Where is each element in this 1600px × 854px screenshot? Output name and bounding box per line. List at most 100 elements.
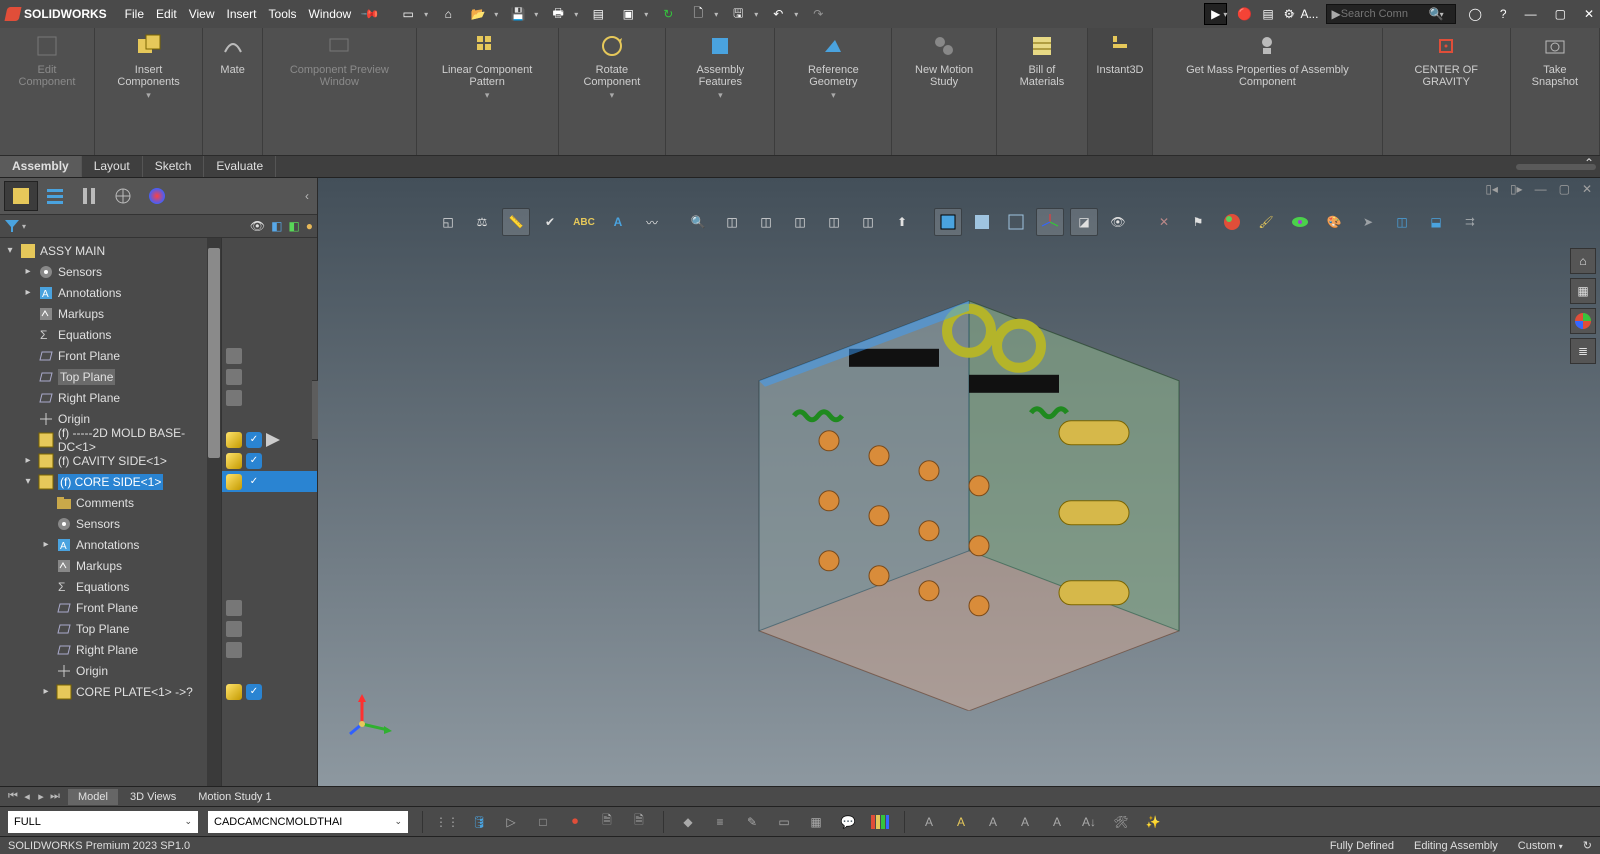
tab-3dviews[interactable]: 3D Views xyxy=(120,789,186,805)
tab-layout[interactable]: Layout xyxy=(82,156,143,177)
display-state-cell[interactable] xyxy=(222,555,317,576)
display-state-cell[interactable] xyxy=(222,282,317,303)
ribbon-component-preview[interactable]: Component Preview Window xyxy=(263,28,416,155)
display-state-cell[interactable]: ✓ xyxy=(222,471,317,492)
tree-row[interactable]: Top Plane xyxy=(4,618,221,639)
display-shaded-edges-icon[interactable] xyxy=(934,208,962,236)
ribbon-reference-geometry[interactable]: Reference Geometry▾ xyxy=(775,28,892,155)
tree-row[interactable]: Origin xyxy=(4,660,221,681)
expand-icon[interactable]: ▸ xyxy=(40,686,52,697)
filter-icon[interactable] xyxy=(4,219,20,233)
ribbon-take-snapshot[interactable]: Take Snapshot xyxy=(1511,28,1600,155)
text-a-icon[interactable]: A xyxy=(604,208,632,236)
display-shaded-icon[interactable] xyxy=(968,208,996,236)
display-state-combo[interactable]: CADCAMCNCMOLDTHAI⌄ xyxy=(208,811,408,833)
view-left-icon[interactable]: ◫ xyxy=(786,208,814,236)
display-state-cell[interactable] xyxy=(222,639,317,660)
fm-tab-appearance[interactable] xyxy=(140,181,174,211)
view-right-icon[interactable]: ◫ xyxy=(820,208,848,236)
display-state-cell[interactable] xyxy=(222,576,317,597)
display-state-cell[interactable] xyxy=(222,387,317,408)
user-icon[interactable]: ◯ xyxy=(1468,7,1481,21)
bb-cylinder-icon[interactable]: 🛢 xyxy=(469,812,489,832)
bb-tool-icon[interactable]: 🛠 xyxy=(1111,812,1131,832)
appearance-sphere-icon[interactable] xyxy=(1218,208,1246,236)
ribbon-new-motion-study[interactable]: New Motion Study xyxy=(892,28,997,155)
menu-window[interactable]: Window xyxy=(309,7,352,21)
vp-maximize-icon[interactable]: ▢ xyxy=(1559,182,1570,196)
tree-row[interactable]: Markups xyxy=(4,303,221,324)
tab-sketch[interactable]: Sketch xyxy=(143,156,205,177)
maximize-button[interactable]: ▢ xyxy=(1555,7,1566,21)
bb-grid-icon[interactable]: ▦ xyxy=(806,812,826,832)
flag-icon[interactable]: ⚑ xyxy=(1184,208,1212,236)
ribbon-assembly-features[interactable]: Assembly Features▾ xyxy=(666,28,775,155)
ribbon-mass-props[interactable]: Get Mass Properties of Assembly Componen… xyxy=(1153,28,1383,155)
display-wireframe-icon[interactable] xyxy=(1002,208,1030,236)
taskpane-custom-icon[interactable]: ≣ xyxy=(1570,338,1596,364)
tree-row[interactable]: Markups xyxy=(4,555,221,576)
chevron-down-icon[interactable]: ▾ xyxy=(4,245,16,256)
view-normal-icon[interactable]: ⬆ xyxy=(888,208,916,236)
tree-row[interactable]: Front Plane xyxy=(4,597,221,618)
tree-scrollbar[interactable] xyxy=(207,238,221,786)
save-icon[interactable]: 💾 xyxy=(508,4,528,24)
display-state-cell[interactable]: ✓ xyxy=(222,429,317,450)
ribbon-cog[interactable]: CENTER OF GRAVITY xyxy=(1383,28,1511,155)
hide-icon[interactable]: 👁 xyxy=(250,219,265,233)
cube-blue-icon[interactable]: ◧ xyxy=(271,219,282,233)
redo-icon[interactable]: ↷ xyxy=(808,4,828,24)
bb-a4-icon[interactable]: A xyxy=(1015,812,1035,832)
bb-a2-icon[interactable]: A xyxy=(951,812,971,832)
display-state-cell[interactable] xyxy=(222,534,317,555)
bb-a1-icon[interactable]: A xyxy=(919,812,939,832)
tab-nav-last-icon[interactable]: ⏭ xyxy=(48,790,62,803)
fm-tab-dimxpert[interactable] xyxy=(106,181,140,211)
tab-model[interactable]: Model xyxy=(68,789,118,805)
layers-icon[interactable]: ▤ xyxy=(588,4,608,24)
rebuild-icon[interactable]: ↻ xyxy=(658,4,678,24)
tab-evaluate[interactable]: Evaluate xyxy=(204,156,276,177)
tree-row[interactable]: ΣEquations xyxy=(4,324,221,345)
ribbon-edit-component[interactable]: Edit Component xyxy=(0,28,95,155)
vp-prev-icon[interactable]: ▯◂ xyxy=(1485,182,1498,196)
screenshot-icon[interactable]: ▣ xyxy=(618,4,638,24)
print-icon[interactable]: 🖶 xyxy=(548,4,568,24)
zoom-fit-icon[interactable]: ◱ xyxy=(434,208,462,236)
tree-row[interactable]: ▸CORE PLATE<1> ->? xyxy=(4,681,221,702)
graphics-viewport[interactable]: ▯◂ ▯▸ — ▢ ✕ ◱ ⚖ 📏 ✔ ABC A 〰 🔍 ◫ ◫ ◫ ◫ ◫ … xyxy=(318,178,1600,786)
options-list-icon[interactable]: ▤ xyxy=(1262,7,1273,21)
display-state-cell[interactable] xyxy=(222,660,317,681)
tree-row[interactable]: ▸AAnnotations xyxy=(4,282,221,303)
display-state-cell[interactable] xyxy=(222,345,317,366)
expand-icon[interactable]: ▾ xyxy=(22,476,34,487)
bb-az-icon[interactable]: A↓ xyxy=(1079,812,1099,832)
filter-dropdown-icon[interactable]: ▾ xyxy=(22,222,26,231)
bb-pen-icon[interactable]: ✎ xyxy=(742,812,762,832)
tab-nav-next-icon[interactable]: ▸ xyxy=(34,790,48,803)
bb-sheet-icon[interactable]: ▭ xyxy=(774,812,794,832)
display-state-cell[interactable]: ✓ xyxy=(222,681,317,702)
config-combo[interactable]: FULL⌄ xyxy=(8,811,198,833)
bb-play-icon[interactable]: ▷ xyxy=(501,812,521,832)
tree-row[interactable]: Comments xyxy=(4,492,221,513)
status-rebuild-icon[interactable]: ↻ xyxy=(1583,839,1592,852)
view-back-icon[interactable]: ◫ xyxy=(752,208,780,236)
menu-insert[interactable]: Insert xyxy=(227,7,257,21)
bb-a5-icon[interactable]: A xyxy=(1047,812,1067,832)
bb-stop-icon[interactable]: □ xyxy=(533,812,553,832)
tree-row[interactable]: Front Plane xyxy=(4,345,221,366)
zoom-window-icon[interactable]: 🔍 xyxy=(684,208,712,236)
tab-nav-prev-icon[interactable]: ◂ xyxy=(20,790,34,803)
tab-assembly[interactable]: Assembly xyxy=(0,156,82,177)
abc-icon[interactable]: ABC xyxy=(570,208,598,236)
cursor-arrow-icon[interactable]: ➤ xyxy=(1354,208,1382,236)
ribbon-rotate-component[interactable]: Rotate Component▾ xyxy=(559,28,667,155)
tree-row[interactable]: ΣEquations xyxy=(4,576,221,597)
help-icon[interactable]: ? xyxy=(1500,7,1507,21)
sphere-icon[interactable]: ● xyxy=(306,219,313,233)
tree-row[interactable]: ▸Sensors xyxy=(4,261,221,282)
display-state-cell[interactable] xyxy=(222,492,317,513)
display-state-cell[interactable] xyxy=(222,324,317,345)
cursor-multi-icon[interactable]: ⮆ xyxy=(1456,208,1484,236)
